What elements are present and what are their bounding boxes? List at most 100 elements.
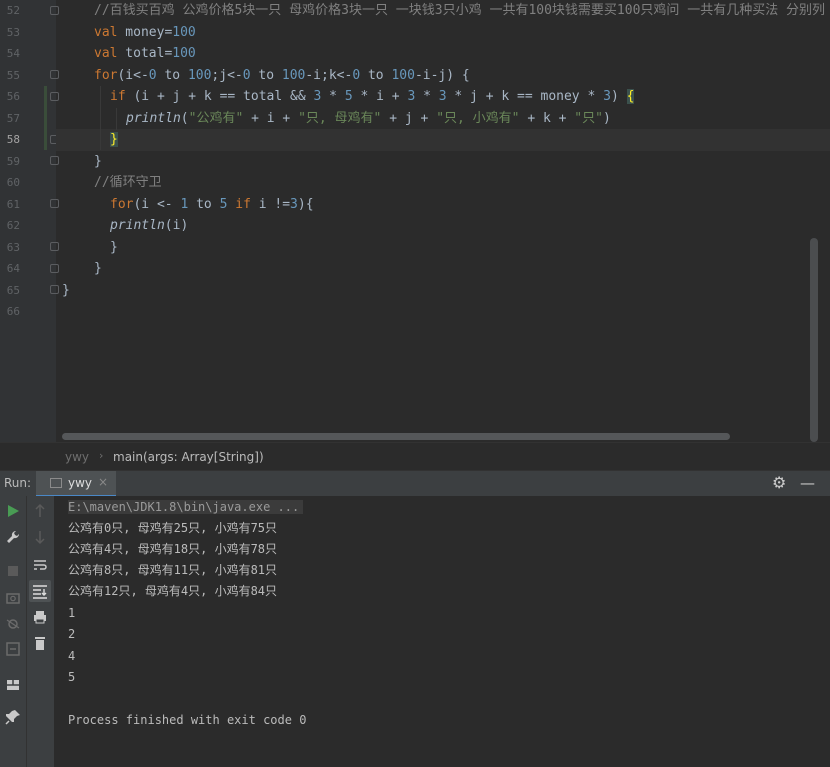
code-text: i != bbox=[250, 196, 291, 212]
number-literal: 0 bbox=[148, 67, 157, 83]
line-number: 61 bbox=[6, 197, 20, 211]
line-number: 53 bbox=[6, 25, 20, 39]
code-line-56[interactable]: if (i + j + k == total && 3 * 5 * i + 3 … bbox=[110, 86, 635, 108]
number-literal: 3 bbox=[603, 89, 611, 104]
comment-text: //百钱买百鸡 公鸡价格5块一只 母鸡价格3块一只 一块钱3只小鸡 一共有100… bbox=[94, 3, 826, 18]
console-exit-message: Process finished with exit code 0 bbox=[68, 713, 307, 727]
line-number: 66 bbox=[6, 305, 20, 318]
code-text: (i <- bbox=[133, 196, 181, 212]
wrench-icon[interactable] bbox=[4, 528, 22, 546]
run-tab-label: ywy bbox=[68, 476, 93, 490]
code-text: to bbox=[250, 67, 282, 83]
number-literal: 5 bbox=[344, 89, 353, 104]
line-number: 62 bbox=[6, 219, 20, 232]
code-line-62[interactable]: println(i) bbox=[110, 215, 188, 237]
keyword: for bbox=[94, 67, 118, 83]
close-icon[interactable]: × bbox=[98, 475, 108, 489]
minimize-icon[interactable]: — bbox=[800, 474, 815, 492]
line-number: 60 bbox=[6, 176, 20, 189]
console-line: 公鸡有12只, 母鸡有4只, 小鸡有84只 bbox=[68, 584, 278, 598]
stop-icon[interactable] bbox=[4, 562, 22, 580]
breadcrumb-class[interactable]: ywy bbox=[65, 450, 89, 464]
run-panel-label: Run: bbox=[4, 476, 32, 490]
number-literal: 0 bbox=[352, 67, 361, 83]
camera-icon[interactable] bbox=[4, 588, 22, 606]
code-line-64[interactable]: } bbox=[94, 258, 102, 280]
identifier: total= bbox=[117, 46, 173, 61]
code-text: + k + bbox=[519, 110, 575, 126]
code-text: (i) bbox=[164, 218, 189, 233]
code-line-60[interactable]: //循环守卫 bbox=[94, 172, 162, 194]
line-number: 59 bbox=[6, 154, 20, 168]
fold-marker-icon[interactable] bbox=[50, 92, 59, 101]
fold-marker-icon[interactable] bbox=[50, 156, 59, 165]
fold-marker-icon[interactable] bbox=[50, 199, 59, 208]
layout-icon[interactable] bbox=[4, 676, 22, 694]
code-text: ) bbox=[602, 110, 611, 126]
indent-guide bbox=[100, 86, 101, 150]
vcs-change-marker[interactable] bbox=[44, 86, 47, 150]
code-line-63[interactable]: } bbox=[110, 237, 118, 259]
number-literal: 100 bbox=[281, 67, 306, 83]
code-line-59[interactable]: } bbox=[94, 151, 102, 173]
code-line-61[interactable]: for(i <- 1 to 5 if i !=3){ bbox=[110, 194, 314, 216]
code-text: (i<- bbox=[117, 67, 149, 83]
debug-icon[interactable] bbox=[4, 614, 22, 632]
code-text: } bbox=[94, 261, 102, 276]
code-line-53[interactable]: val money=100 bbox=[94, 22, 196, 44]
code-line-57[interactable]: println("公鸡有" + i + "只, 母鸡有" + j + "只, 小… bbox=[126, 108, 611, 130]
line-number: 52 bbox=[6, 4, 20, 17]
caret-row-highlight bbox=[56, 129, 830, 151]
code-line-65[interactable]: } bbox=[62, 280, 70, 302]
fold-marker-icon[interactable] bbox=[50, 70, 59, 79]
function-call: println bbox=[126, 110, 181, 126]
fold-marker-icon[interactable] bbox=[50, 242, 59, 251]
keyword: if bbox=[110, 89, 126, 104]
line-number: 56 bbox=[6, 90, 20, 103]
code-line-52[interactable]: //百钱买百鸡 公鸡价格5块一只 母鸡价格3块一只 一块钱3只小鸡 一共有100… bbox=[94, 0, 825, 22]
horizontal-scrollbar[interactable] bbox=[62, 433, 730, 440]
string-literal: "只" bbox=[574, 110, 603, 126]
soft-wrap-icon[interactable] bbox=[31, 556, 49, 574]
code-text: } bbox=[110, 239, 118, 255]
code-text: } bbox=[94, 153, 102, 169]
fold-marker-icon[interactable] bbox=[50, 6, 59, 15]
console-command-line[interactable]: E:\maven\JDK1.8\bin\java.exe ... bbox=[68, 500, 304, 514]
fold-marker-icon[interactable] bbox=[50, 264, 59, 273]
print-icon[interactable] bbox=[31, 608, 49, 626]
number-literal: 3 bbox=[290, 196, 298, 212]
console-line: 4 bbox=[68, 649, 76, 663]
code-editor[interactable]: 52 53 54 55 56 57 58 59 60 61 62 63 64 6… bbox=[0, 0, 830, 442]
arrow-up-icon[interactable] bbox=[31, 502, 49, 520]
breadcrumb-method[interactable]: main(args: Array[String]) bbox=[113, 450, 264, 464]
fold-marker-icon[interactable] bbox=[50, 285, 59, 294]
code-text: ;j<- bbox=[211, 67, 243, 83]
line-number: 64 bbox=[6, 262, 20, 275]
code-line-55[interactable]: for(i<-0 to 100;j<-0 to 100-i;k<-0 to 10… bbox=[94, 65, 470, 87]
matched-brace: { bbox=[626, 89, 635, 104]
console-icon bbox=[50, 478, 62, 488]
scroll-to-end-icon[interactable] bbox=[29, 580, 51, 602]
console-line: 5 bbox=[68, 670, 76, 684]
vertical-scrollbar[interactable] bbox=[810, 238, 818, 442]
console-output[interactable]: E:\maven\JDK1.8\bin\java.exe ... 公鸡有0只, … bbox=[54, 496, 830, 767]
arrow-down-icon[interactable] bbox=[31, 528, 49, 546]
run-panel-header: Run: ywy × ⚙ — bbox=[0, 470, 830, 497]
console-line: 公鸡有4只, 母鸡有18只, 小鸡有78只 bbox=[68, 542, 278, 556]
indent-guide bbox=[116, 108, 117, 130]
keyword: val bbox=[94, 46, 118, 61]
string-literal: "只, 母鸡有" bbox=[298, 110, 382, 126]
trash-icon[interactable] bbox=[31, 634, 49, 652]
code-line-58[interactable]: } bbox=[110, 129, 118, 151]
exit-icon[interactable] bbox=[4, 640, 22, 658]
console-line: 公鸡有0只, 母鸡有25只, 小鸡有75只 bbox=[68, 521, 278, 535]
pin-icon[interactable] bbox=[4, 708, 22, 726]
console-line: 2 bbox=[68, 627, 76, 641]
code-text: -i;k<- bbox=[305, 67, 353, 83]
string-literal: "公鸡有" bbox=[188, 110, 244, 126]
gear-icon[interactable]: ⚙ bbox=[772, 473, 786, 492]
run-tab-ywy[interactable]: ywy × bbox=[36, 471, 116, 497]
code-line-54[interactable]: val total=100 bbox=[94, 43, 196, 65]
rerun-icon[interactable] bbox=[4, 502, 22, 520]
console-line: 1 bbox=[68, 606, 76, 620]
